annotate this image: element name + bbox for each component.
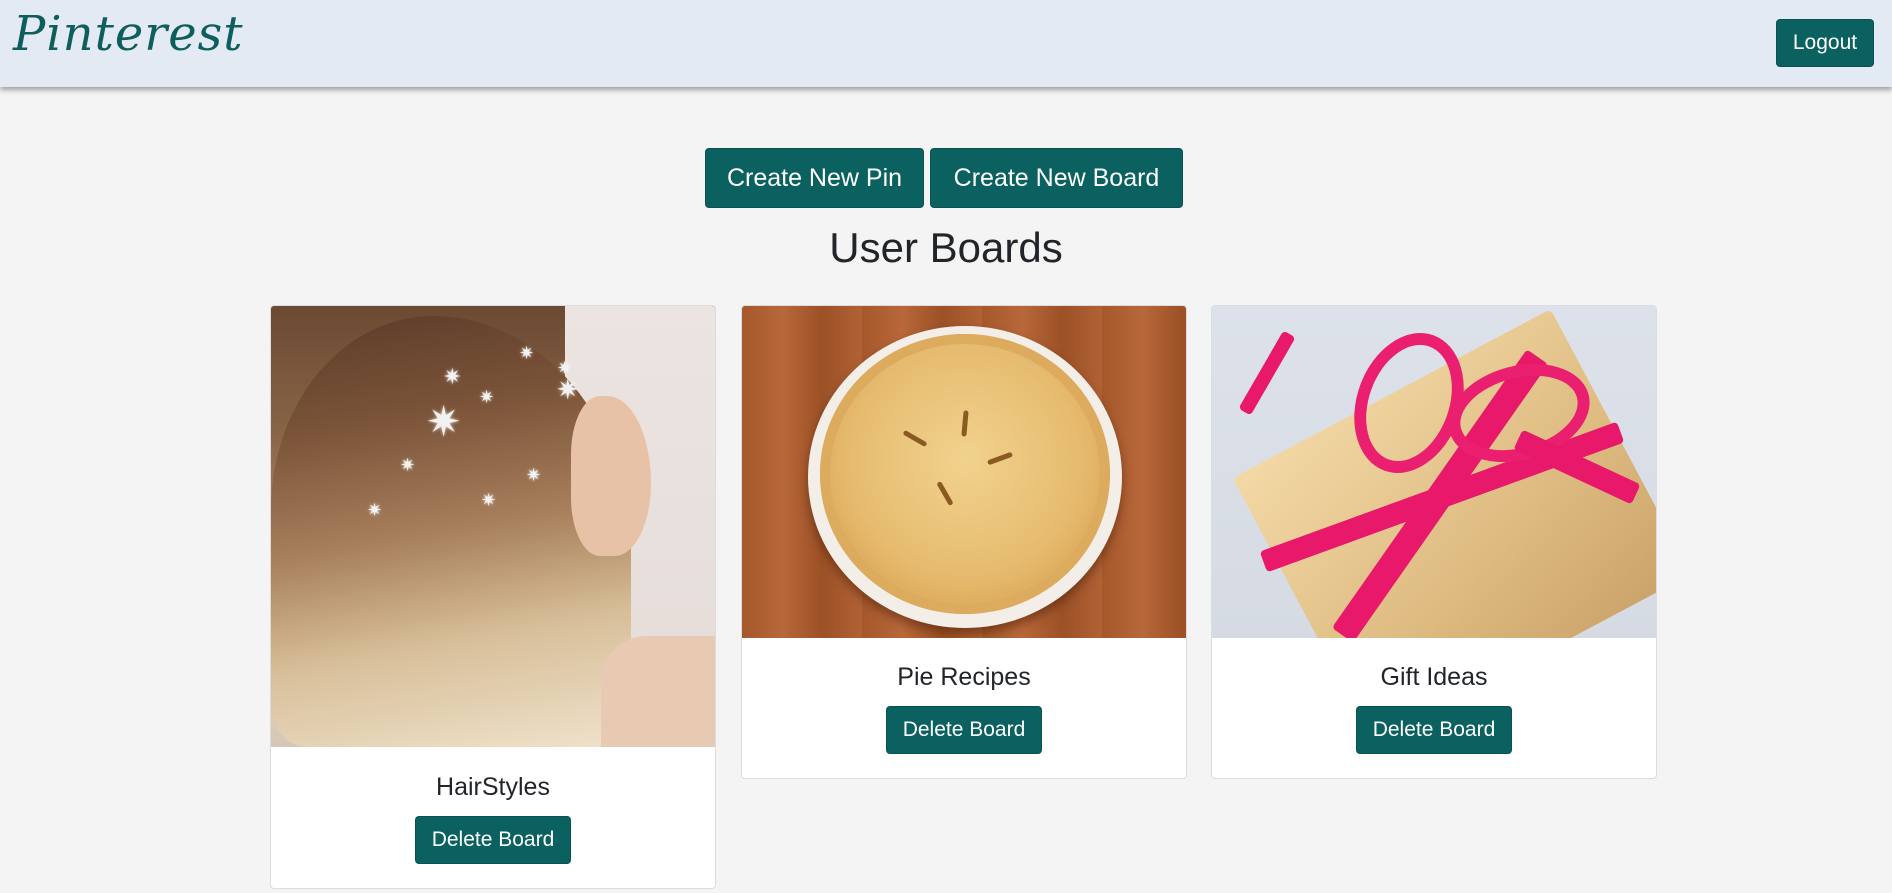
board-card[interactable]: ✷ ✷ ✷ ✷ ✷ ✷ ✷ ✷ ✷ ✷ HairStyles Delete Bo…	[270, 305, 716, 889]
star-pin-icon: ✷	[479, 387, 495, 407]
star-pin-icon: ✷	[400, 455, 416, 475]
board-title: HairStyles	[436, 773, 550, 801]
board-card[interactable]: Gift Ideas Delete Board	[1211, 305, 1657, 779]
board-image[interactable]	[1212, 306, 1656, 638]
star-pin-icon: ✷	[519, 343, 535, 363]
star-pin-icon: ✷	[557, 358, 573, 378]
page-title: User Boards	[829, 224, 1063, 271]
star-pin-icon: ✷	[481, 490, 497, 510]
board-card[interactable]: Pie Recipes Delete Board	[741, 305, 1187, 779]
board-title: Gift Ideas	[1380, 663, 1488, 691]
star-pin-icon: ✷	[426, 398, 462, 445]
board-image[interactable]	[742, 306, 1186, 638]
board-title: Pie Recipes	[897, 663, 1031, 691]
image-shoulder	[601, 636, 715, 747]
image-pie-crust	[820, 334, 1110, 614]
board-image[interactable]: ✷ ✷ ✷ ✷ ✷ ✷ ✷ ✷ ✷ ✷	[271, 306, 715, 747]
star-pin-icon: ✷	[443, 364, 462, 389]
delete-board-button[interactable]: Delete Board	[414, 816, 572, 864]
navbar: Pinterest Logout	[0, 0, 1892, 87]
create-new-pin-button[interactable]: Create New Pin	[705, 148, 924, 208]
image-ribbon	[1238, 330, 1296, 416]
star-pin-icon: ✷	[367, 500, 383, 520]
logout-button[interactable]: Logout	[1776, 19, 1874, 67]
brand-logo[interactable]: Pinterest	[13, 6, 244, 62]
star-pin-icon: ✷	[526, 465, 542, 485]
delete-board-button[interactable]: Delete Board	[885, 706, 1043, 754]
delete-board-button[interactable]: Delete Board	[1355, 706, 1513, 754]
board-actions: Create New Pin Create New Board	[705, 148, 1183, 208]
star-pin-icon: ✷	[556, 374, 580, 405]
create-new-board-button[interactable]: Create New Board	[930, 148, 1183, 208]
